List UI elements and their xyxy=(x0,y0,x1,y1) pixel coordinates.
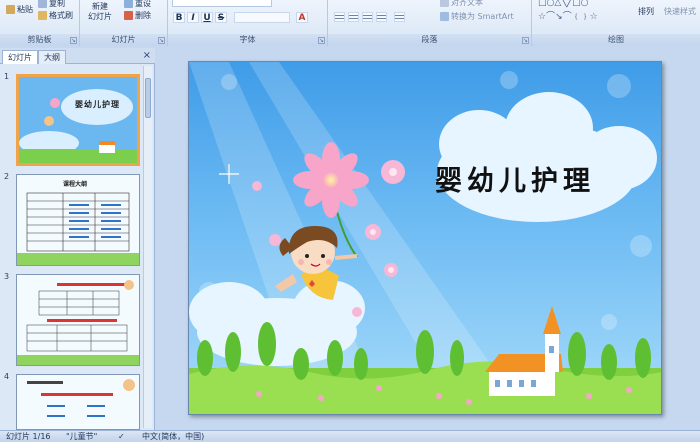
font-group: B I U S A 字体 ↘ xyxy=(168,0,328,46)
thumbnail-frame xyxy=(16,374,140,430)
columns-icon[interactable] xyxy=(394,12,405,22)
delete-icon xyxy=(124,11,133,20)
font-name-dropdown[interactable] xyxy=(172,0,272,7)
thumbnail-scrollbar[interactable] xyxy=(143,66,152,428)
align-text-button[interactable]: 对齐文本 xyxy=(440,0,483,8)
slide-counter: 幻灯片 1/16 xyxy=(6,432,51,441)
slide-thumbnail-3[interactable]: 3 xyxy=(4,272,142,368)
clipboard-launcher-icon[interactable]: ↘ xyxy=(70,37,77,44)
copy-icon xyxy=(38,0,47,8)
drawing-label: 绘图 xyxy=(532,34,700,46)
slide-illustration xyxy=(189,62,661,414)
panel-tabs: 幻灯片 大纲 × xyxy=(0,48,155,64)
close-icon[interactable]: × xyxy=(143,50,151,61)
slide-thumbnail-2[interactable]: 2 课程大纲 xyxy=(4,172,142,268)
paragraph-label: 段落 xyxy=(328,34,531,46)
justify-icon[interactable] xyxy=(376,12,387,22)
thumbnail-4-preview xyxy=(17,375,139,429)
smartart-button[interactable]: 转换为 SmartArt xyxy=(440,11,514,22)
shapes-gallery-icon[interactable]: □○△╲╱□○ xyxy=(538,0,588,8)
scrollbar-thumb[interactable] xyxy=(145,78,151,118)
underline-button[interactable]: U xyxy=(201,12,213,23)
slide-number: 1 xyxy=(4,72,10,81)
font-label: 字体 xyxy=(168,34,327,46)
drawing-group: □○△╲╱□○ ☆⌒↘⌒﹛﹜☆ 排列 快速样式 绘图 xyxy=(532,0,700,46)
thumbnail-frame xyxy=(16,274,140,366)
tab-outline[interactable]: 大纲 xyxy=(38,50,66,64)
slides-label: 幻灯片 xyxy=(80,34,167,46)
current-slide[interactable]: 婴幼儿护理 xyxy=(188,61,662,415)
strike-button[interactable]: S xyxy=(215,12,227,23)
language-indicator[interactable]: 中文(简体，中国) xyxy=(142,431,204,442)
text-align-icon xyxy=(440,0,449,7)
paste-button[interactable]: 粘贴 xyxy=(6,4,33,15)
thumbnail-2-title: 课程大纲 xyxy=(63,181,88,188)
copy-button[interactable]: 复制 xyxy=(38,0,65,9)
thumbnail-frame: 课程大纲 xyxy=(16,174,140,266)
tab-slides[interactable]: 幻灯片 xyxy=(2,50,38,64)
spellcheck-icon[interactable]: ✓ xyxy=(118,431,125,442)
thumbnail-1-preview xyxy=(19,77,137,163)
thumbnail-3-preview xyxy=(17,275,139,365)
ribbon: 粘贴 复制 格式刷 剪贴板 ↘ 新建 幻灯片 重设 删除 幻灯片 ↘ B I U… xyxy=(0,0,700,46)
paragraph-launcher-icon[interactable]: ↘ xyxy=(522,37,529,44)
align-center-icon[interactable] xyxy=(348,12,359,22)
font-launcher-icon[interactable]: ↘ xyxy=(318,37,325,44)
italic-button[interactable]: I xyxy=(187,12,199,23)
slide-title[interactable]: 婴幼儿护理 xyxy=(435,159,595,198)
shapes-gallery-row2-icon[interactable]: ☆⌒↘⌒﹛﹜☆ xyxy=(538,9,598,22)
arrange-button[interactable]: 排列 xyxy=(638,6,654,17)
slides-panel: 幻灯片 大纲 × 1 婴幼儿护理 2 课程大纲 3 4 xyxy=(0,48,155,430)
slide-thumbnail-4[interactable]: 4 xyxy=(4,372,142,432)
slide-editing-area: 婴幼儿护理 xyxy=(156,48,700,430)
slide-number: 4 xyxy=(4,372,10,381)
slides-launcher-icon[interactable]: ↘ xyxy=(158,37,165,44)
clipboard-label: 剪贴板 xyxy=(0,34,79,46)
format-painter-button[interactable]: 格式刷 xyxy=(38,10,73,21)
thumbnail-1-title: 婴幼儿护理 xyxy=(75,99,120,109)
quick-styles-button[interactable]: 快速样式 xyxy=(664,6,696,17)
paste-icon xyxy=(6,5,15,14)
brush-icon xyxy=(38,11,47,20)
theme-name: "儿童节" xyxy=(66,432,98,441)
thumbnail-frame: 婴幼儿护理 xyxy=(16,74,140,166)
align-right-icon[interactable] xyxy=(362,12,373,22)
thumbnail-2-preview xyxy=(17,175,139,265)
font-color-icon[interactable]: A xyxy=(296,12,308,23)
align-left-icon[interactable] xyxy=(334,12,345,22)
paragraph-group: 对齐文本 转换为 SmartArt 段落 ↘ xyxy=(328,0,532,46)
bold-button[interactable]: B xyxy=(173,12,185,23)
slide-number: 3 xyxy=(4,272,10,281)
reset-icon xyxy=(124,0,133,8)
reset-button[interactable]: 重设 xyxy=(124,0,151,9)
slide-number: 2 xyxy=(4,172,10,181)
smartart-icon xyxy=(440,12,449,21)
delete-button[interactable]: 删除 xyxy=(124,10,151,21)
status-bar: 幻灯片 1/16 "儿童节" ✓ 中文(简体，中国) xyxy=(0,430,700,441)
clipboard-group: 粘贴 复制 格式刷 剪贴板 ↘ xyxy=(0,0,80,46)
font-spacing-control[interactable] xyxy=(234,12,290,23)
new-slide-button[interactable]: 新建 幻灯片 xyxy=(88,2,112,22)
slides-group: 新建 幻灯片 重设 删除 幻灯片 ↘ xyxy=(80,0,168,46)
slide-thumbnail-1[interactable]: 1 婴幼儿护理 xyxy=(4,72,142,168)
